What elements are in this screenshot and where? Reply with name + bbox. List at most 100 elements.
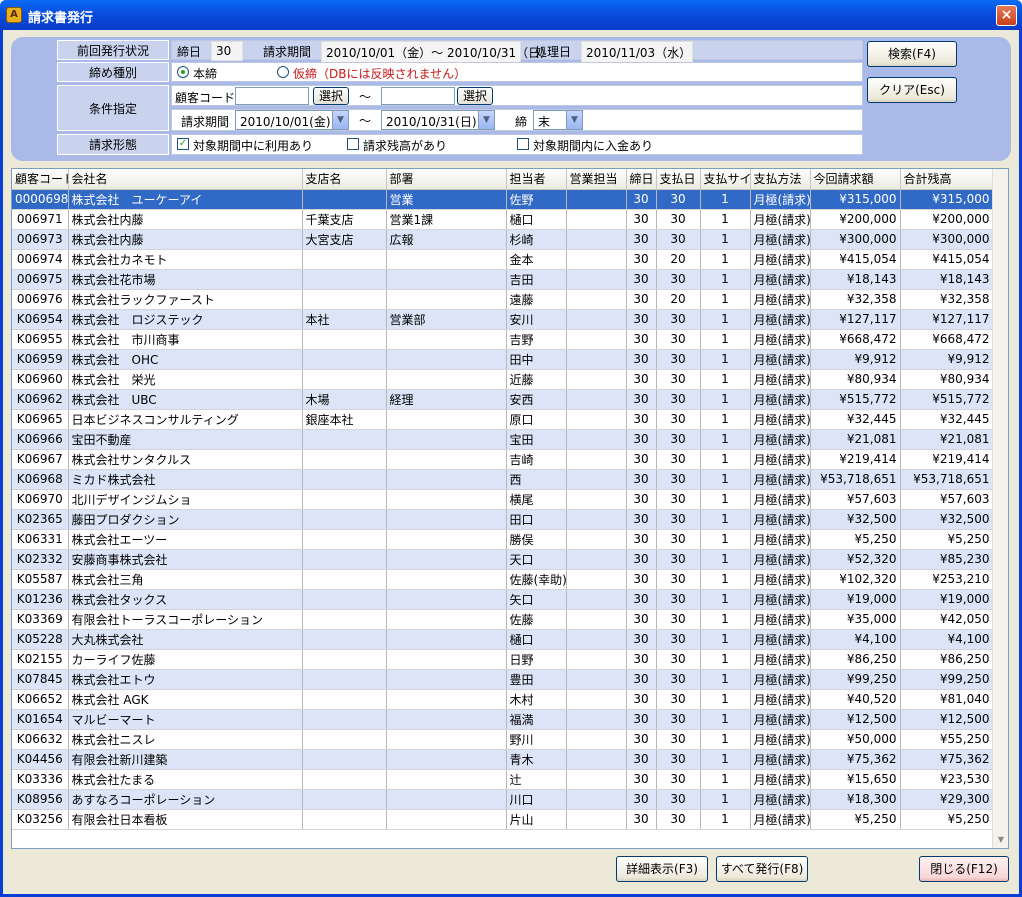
table-cell: 安藤商事株式会社 [68,549,303,570]
table-row[interactable]: K01236 株式会社タックス 矢口 30 30 1 月極(請求) ¥19,000 ¥19,00… [12,589,994,610]
column-header[interactable]: 合計残高 [900,169,994,190]
issue-all-button[interactable]: すべて発行(F8) [716,856,808,882]
column-header[interactable]: 支店名 [302,169,387,190]
table-row[interactable]: K07845 株式会社エトウ 豊田 30 30 1 月極(請求) ¥99,250 ¥99,250 [12,669,994,690]
table-row[interactable]: 006971 株式会社内藤 千葉支店 営業1課 樋口 30 30 1 月極(請求) ¥200,00… [12,209,994,230]
customer-code-to-input[interactable] [381,87,455,105]
table-row[interactable]: K01654 マルビーマート 福満 30 30 1 月極(請求) ¥12,500 ¥12,500 [12,709,994,730]
table-cell [566,449,627,470]
opt-used-label[interactable]: 対象期間中に利用あり [193,137,313,154]
table-row[interactable]: 006976 株式会社ラックファースト 遠藤 30 20 1 月極(請求) ¥32,358 ¥3… [12,289,994,310]
table-row[interactable]: K06959 株式会社 OHC 田中 30 30 1 月極(請求) ¥9,912 ¥9,912 [12,349,994,370]
period-to-select[interactable]: 2010/10/31(日) ▼ [381,110,495,130]
column-header[interactable]: 今回請求額 [810,169,901,190]
column-header[interactable]: 部署 [386,169,507,190]
window-title: 請求書発行 [28,11,94,26]
table-cell: 20 [656,289,701,310]
table-row[interactable]: K03369 有限会社トーラスコーポレーション 佐藤 30 30 1 月極(請求) ¥35,0… [12,609,994,630]
table-row[interactable]: K02332 安藤商事株式会社 天口 30 30 1 月極(請求) ¥52,320 ¥85,23… [12,549,994,570]
closing-temp-label[interactable]: 仮締（DBには反映されません） [293,65,466,82]
close-select[interactable]: 末 ▼ [533,110,583,130]
title-bar[interactable]: A 請求書発行 × [0,0,1022,30]
table-row[interactable]: K08956 あすなろコーポレーション 川口 30 30 1 月極(請求) ¥18,300 ¥2… [12,789,994,810]
table-row[interactable]: K06966 宝田不動産 宝田 30 30 1 月極(請求) ¥21,081 ¥21,081 [12,429,994,450]
table-row[interactable]: K04456 有限会社新川建築 青木 30 30 1 月極(請求) ¥75,362 ¥75,36… [12,749,994,770]
table-cell [566,209,627,230]
table-cell: 株式会社 ロジステック [68,309,303,330]
table-cell: ¥5,250 [810,809,901,830]
table-cell: 30 [656,589,701,610]
table-row[interactable]: K06331 株式会社エーツー 勝俣 30 30 1 月極(請求) ¥5,250 ¥5,250 [12,529,994,550]
table-row[interactable]: K03336 株式会社たまる辻 30 30 1 月極(請求) ¥15,650 ¥23,530 [12,769,994,790]
table-row[interactable]: K02365 藤田プロダクション 田口 30 30 1 月極(請求) ¥32,500 ¥32,5… [12,509,994,530]
column-header[interactable]: 営業担当 [566,169,627,190]
close-button[interactable]: 閉じる(F12) [919,856,1009,882]
table-row[interactable]: K06960 株式会社 栄光 近藤 30 30 1 月極(請求) ¥80,934 ¥80,934 [12,369,994,390]
table-cell: 1 [700,509,751,530]
opt-payment-checkbox[interactable] [517,138,529,150]
scroll-down-icon[interactable]: ▼ [993,832,1008,848]
table-row[interactable]: 006974 株式会社カネモト 金本 30 20 1 月極(請求) ¥415,054 ¥415,… [12,249,994,270]
table-row[interactable]: K02155 カーライフ佐藤 日野 30 30 1 月極(請求) ¥86,250 ¥86,250 [12,649,994,670]
table-row[interactable]: K06962 株式会社 UBC 木場 経理 安西 30 30 1 月極(請求) ¥515,772 ¥… [12,389,994,410]
column-header[interactable]: 支払方法 [750,169,811,190]
chevron-down-icon[interactable]: ▼ [478,111,494,129]
opt-balance-label[interactable]: 請求残高があり [363,137,447,154]
table-row[interactable]: K06970 北川デザインジムショ 横尾 30 30 1 月極(請求) ¥57,603 ¥57,… [12,489,994,510]
opt-payment-label[interactable]: 対象期間内に入金あり [533,137,653,154]
table-cell: 月極(請求) [750,369,811,390]
chevron-down-icon[interactable]: ▼ [566,111,582,129]
table-cell: 本社 [302,309,387,330]
table-row[interactable]: K05228 大丸株式会社 樋口 30 30 1 月極(請求) ¥4,100 ¥4,100 [12,629,994,650]
opt-balance-checkbox[interactable] [347,138,359,150]
closing-main-label[interactable]: 本締 [193,65,217,82]
column-header[interactable]: 会社名 [68,169,303,190]
table-cell: 1 [700,709,751,730]
window-close-button[interactable]: × [996,5,1017,26]
closing-temp-radio[interactable] [277,66,289,78]
table-row[interactable]: K06968 ミカド株式会社西 30 30 1 月極(請求) ¥53,718,651 ¥53,… [12,469,994,490]
table-row[interactable]: 00006985株式会社 ユーケーアイ営業佐野30301月極(請求)¥315,0… [12,189,994,210]
table-row[interactable]: 006975 株式会社花市場 吉田 30 30 1 月極(請求) ¥18,143 ¥18,143 [12,269,994,290]
table-cell: 安西 [506,389,567,410]
table-cell: 30 [656,689,701,710]
table-cell [386,409,507,430]
column-header[interactable]: 締日 [626,169,657,190]
table-cell: 30 [656,509,701,530]
table-cell: 30 [656,209,701,230]
clear-button[interactable]: クリア(Esc) [867,77,957,103]
select-to-button[interactable]: 選択 [457,87,493,105]
table-row[interactable]: K06954 株式会社 ロジステック 本社 営業部 安川 30 30 1 月極(請求) ¥127,… [12,309,994,330]
table-row[interactable]: K05587 株式会社三角 佐藤(幸助) 30 30 1 月極(請求) ¥102,320 ¥25… [12,569,994,590]
column-header[interactable]: 支払日 [656,169,701,190]
opt-used-checkbox[interactable]: ✓ [177,138,189,150]
table-cell: 30 [626,509,657,530]
chevron-down-icon[interactable]: ▼ [332,111,348,129]
table-cell: ¥32,500 [900,509,994,530]
table-cell: 006976 [12,289,69,310]
customer-code-from-input[interactable] [235,87,309,105]
closing-main-radio[interactable] [177,66,189,78]
table-row[interactable]: 006973 株式会社内藤 大宮支店 広報 杉崎 30 30 1 月極(請求) ¥300,000 ¥… [12,229,994,250]
detail-button[interactable]: 詳細表示(F3) [616,856,708,882]
table-cell: ¥42,050 [900,609,994,630]
table-row[interactable]: K06632 株式会社ニスレ 野川 30 30 1 月極(請求) ¥50,000 ¥55,250 [12,729,994,750]
table-cell: 30 [626,469,657,490]
vertical-scrollbar[interactable]: ▼ [992,169,1008,848]
table-cell: ¥4,100 [810,629,901,650]
table-row[interactable]: K06955 株式会社 市川商事 吉野 30 30 1 月極(請求) ¥668,472 ¥668… [12,329,994,350]
table-cell: ¥19,000 [900,589,994,610]
search-button[interactable]: 検索(F4) [867,41,957,67]
table-row[interactable]: K06965 日本ビジネスコンサルティング 銀座本社 原口 30 30 1 月極(請求) ¥32… [12,409,994,430]
table-row[interactable]: K03256 有限会社日本看板 片山 30 30 1 月極(請求) ¥5,250 ¥5,250 [12,809,994,830]
column-header[interactable]: 支払サイト [700,169,751,190]
table-cell [302,269,387,290]
column-header[interactable]: 担当者 [506,169,567,190]
period-from-select[interactable]: 2010/10/01(金) ▼ [235,110,349,130]
select-from-button[interactable]: 選択 [313,87,349,105]
table-row[interactable]: K06967 株式会社サンタクルス 吉崎 30 30 1 月極(請求) ¥219,414 ¥21… [12,449,994,470]
table-row[interactable]: K06652 株式会社 AGK 木村 30 30 1 月極(請求) ¥40,520 ¥81,04… [12,689,994,710]
table-cell [386,649,507,670]
column-header[interactable]: 顧客コード [12,169,69,190]
table-cell: ¥415,054 [900,249,994,270]
